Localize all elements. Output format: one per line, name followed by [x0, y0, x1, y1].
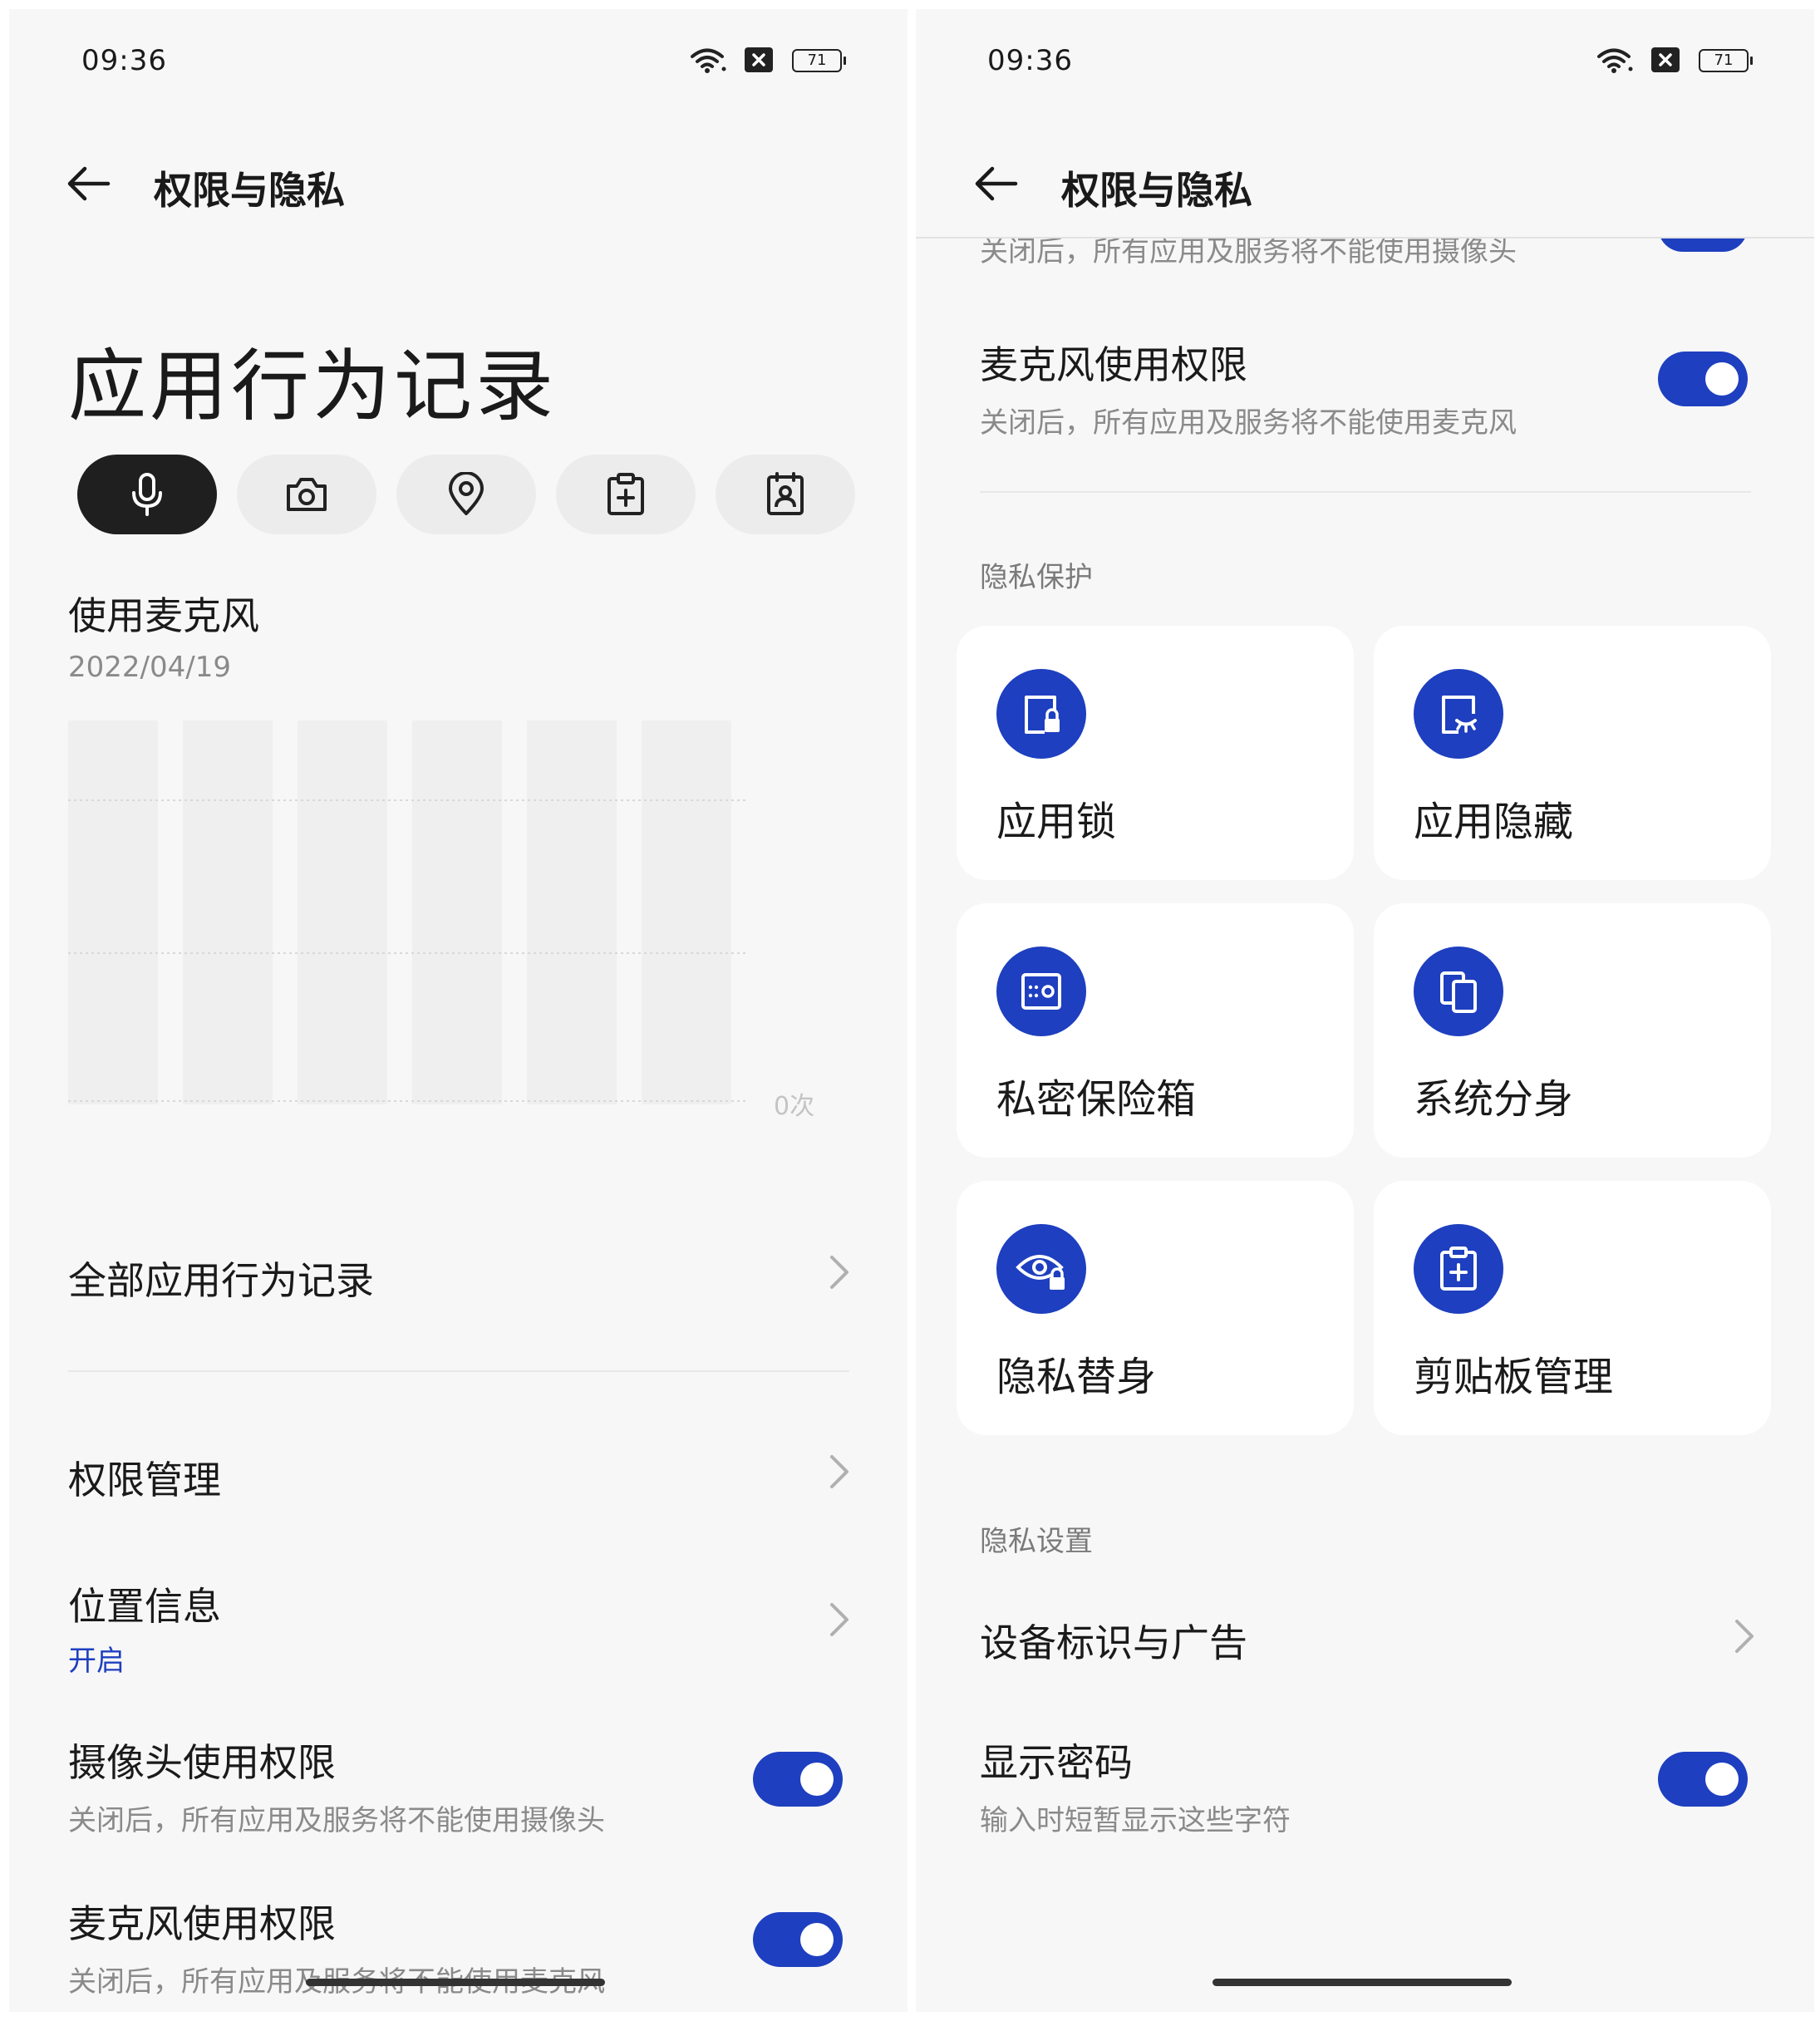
chart-axis-label: 0次 — [774, 1092, 815, 1121]
page-title: 应用行为记录 — [68, 342, 558, 432]
card-label: 系统分身 — [1414, 1076, 1574, 1123]
show-password-desc: 输入时短暂显示这些字符 — [980, 1804, 1291, 1837]
home-indicator[interactable] — [1213, 1979, 1512, 1986]
header-bar: 09:36 71 权限与隐私 — [916, 9, 1814, 237]
device-id-label: 设备标识与广告 — [980, 1620, 1247, 1665]
permission-manage-label: 权限管理 — [68, 1458, 221, 1502]
home-indicator[interactable] — [306, 1979, 605, 1986]
microphone-icon — [132, 473, 162, 516]
no-sim-icon — [745, 47, 773, 72]
app-lock-icon — [996, 669, 1086, 759]
no-sim-icon — [1651, 47, 1680, 72]
clipboard-plus-icon — [1414, 1224, 1503, 1314]
divider — [68, 1370, 849, 1372]
mic-permission-toggle[interactable] — [753, 1912, 843, 1967]
card-label: 隐私替身 — [996, 1354, 1157, 1400]
app-hide-icon — [1414, 669, 1503, 759]
chart-bar — [412, 720, 502, 1104]
wifi-icon — [691, 48, 726, 73]
card-safe-box[interactable]: 私密保险箱 — [957, 903, 1354, 1158]
status-icons: 71 — [1597, 47, 1763, 73]
privacy-protection-label: 隐私保护 — [980, 561, 1093, 594]
card-app-hide[interactable]: 应用隐藏 — [1374, 626, 1771, 880]
right-screen: 关闭后，所有应用及服务将不能使用摄像头 09:36 71 权限与隐私 麦克风使用… — [916, 9, 1814, 2012]
mic-permission-desc: 关闭后，所有应用及服务将不能使用麦克风 — [980, 406, 1517, 440]
usage-title: 使用麦克风 — [68, 593, 259, 638]
show-password-title: 显示密码 — [980, 1740, 1133, 1785]
chevron-right-icon — [830, 1256, 849, 1289]
privacy-settings-label: 隐私设置 — [980, 1525, 1093, 1558]
battery-indicator: 71 — [1699, 49, 1753, 72]
all-records-row[interactable]: 全部应用行为记录 — [9, 1222, 908, 1322]
mic-permission-title: 麦克风使用权限 — [68, 1901, 336, 1946]
status-icons: 71 — [691, 47, 857, 73]
camera-permission-desc: 关闭后，所有应用及服务将不能使用摄像头 — [68, 1804, 605, 1837]
divider — [980, 491, 1751, 493]
header-title: 权限与隐私 — [1061, 168, 1252, 213]
header-divider — [916, 237, 1814, 238]
show-password-toggle[interactable] — [1658, 1752, 1748, 1807]
card-label: 私密保险箱 — [996, 1076, 1197, 1123]
chevron-right-icon — [830, 1603, 849, 1636]
header-title: 权限与隐私 — [154, 168, 345, 213]
chip-microphone[interactable] — [77, 455, 217, 534]
location-row[interactable]: 位置信息 开启 — [9, 1555, 908, 1688]
chip-camera[interactable] — [237, 455, 376, 534]
chip-clipboard[interactable] — [556, 455, 696, 534]
card-system-clone[interactable]: 系统分身 — [1374, 903, 1771, 1158]
back-arrow-icon[interactable] — [65, 165, 111, 202]
usage-chart — [68, 720, 746, 1104]
left-screen: 09:36 71 权限与隐私 应用行为记录 使用麦克风 2022/04/19 0… — [9, 9, 908, 2012]
permission-manage-row[interactable]: 权限管理 — [9, 1422, 908, 1522]
chart-bar — [183, 720, 273, 1104]
chip-location[interactable] — [396, 455, 536, 534]
mic-permission-title: 麦克风使用权限 — [980, 342, 1247, 387]
contacts-icon — [767, 472, 804, 515]
status-time: 09:36 — [81, 44, 167, 77]
camera-permission-toggle[interactable] — [753, 1752, 843, 1807]
battery-indicator: 71 — [792, 49, 846, 72]
card-clipboard-manage[interactable]: 剪贴板管理 — [1374, 1181, 1771, 1435]
chart-bar — [527, 720, 617, 1104]
clipboard-icon — [607, 473, 644, 515]
back-arrow-icon[interactable] — [972, 165, 1019, 202]
system-clone-icon — [1414, 947, 1503, 1036]
chevron-right-icon — [830, 1455, 849, 1488]
all-records-label: 全部应用行为记录 — [68, 1258, 374, 1303]
card-privacy-substitute[interactable]: 隐私替身 — [957, 1181, 1354, 1435]
safe-box-icon — [996, 947, 1086, 1036]
chip-contacts[interactable] — [716, 455, 855, 534]
chart-bar — [298, 720, 387, 1104]
location-pin-icon — [449, 472, 484, 515]
card-app-lock[interactable]: 应用锁 — [957, 626, 1354, 880]
usage-date: 2022/04/19 — [68, 651, 231, 684]
wifi-icon — [1597, 48, 1633, 73]
camera-permission-title: 摄像头使用权限 — [68, 1740, 336, 1785]
device-id-row[interactable]: 设备标识与广告 — [916, 1588, 1814, 1688]
chart-bar — [68, 720, 158, 1104]
status-time: 09:36 — [987, 44, 1073, 77]
chevron-right-icon — [1735, 1620, 1754, 1653]
card-label: 剪贴板管理 — [1414, 1354, 1614, 1400]
card-label: 应用隐藏 — [1414, 799, 1574, 845]
card-label: 应用锁 — [996, 799, 1117, 845]
location-label: 位置信息 — [68, 1584, 221, 1629]
privacy-eye-lock-icon — [996, 1224, 1086, 1314]
location-status: 开启 — [68, 1645, 125, 1678]
mic-permission-toggle[interactable] — [1658, 352, 1748, 406]
chart-bar — [642, 720, 731, 1104]
camera-icon — [287, 478, 327, 511]
